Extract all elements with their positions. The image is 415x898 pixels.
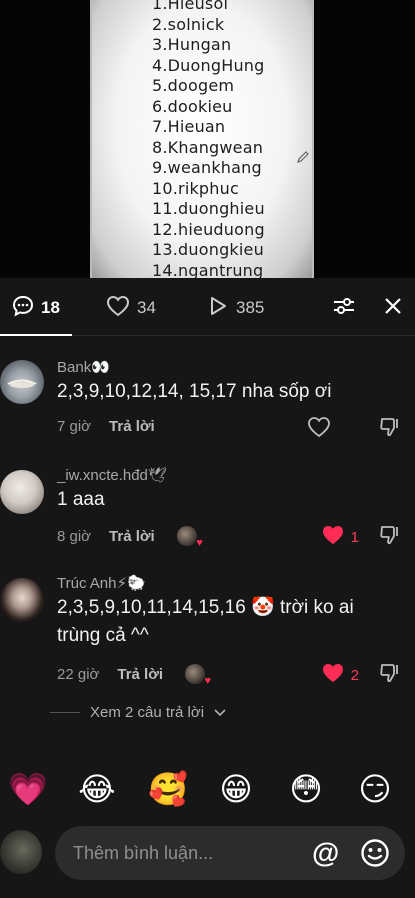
list-line: 2.solnick xyxy=(152,14,225,34)
list-line: 3.Hungan xyxy=(152,35,232,54)
emoji-grin-button[interactable]: 😁 xyxy=(217,770,255,808)
like-button[interactable]: 1 xyxy=(321,524,359,550)
comment-time: 22 giờ xyxy=(57,665,100,683)
comments-sheet: 18 34 385 Bank� xyxy=(0,278,415,898)
comment-username[interactable]: _iw.xncte.hđd🕊 xyxy=(57,466,167,484)
list-line: 6.dookieu xyxy=(152,96,233,116)
thumbs-down-icon xyxy=(379,664,401,688)
heart-filled-icon xyxy=(321,524,345,550)
list-line: 10.rikphuc xyxy=(152,178,239,198)
close-icon xyxy=(383,296,403,321)
sliders-icon xyxy=(332,294,356,323)
comment-username[interactable]: Trúc Anh⚡🐑 xyxy=(57,574,146,592)
avatar[interactable] xyxy=(0,578,44,622)
comment-input[interactable] xyxy=(73,826,293,880)
comment-text: 1 aaa xyxy=(57,489,105,510)
pencil-icon xyxy=(296,150,310,164)
creator-liked-avatar: ♥ xyxy=(185,664,211,687)
views-count: 385 xyxy=(236,298,265,317)
comment-text: 2,3,9,10,12,14, 15,17 nha sốp ơi xyxy=(57,381,332,402)
comment-meta: 8 giờ Trả lời ♥ xyxy=(57,526,203,549)
list-line: 8.Khangwean xyxy=(152,137,264,157)
reply-button[interactable]: Trả lời xyxy=(109,528,155,545)
thumbs-down-icon xyxy=(379,418,401,442)
quick-emoji-bar: 💗 😂 🥰 😁 😳 😏 xyxy=(0,770,415,814)
view-replies-label: Xem 2 câu trả lời xyxy=(90,704,205,721)
emoji-laugh-button[interactable]: 😂 xyxy=(78,770,116,808)
comments-count: 18 xyxy=(41,298,60,317)
thumbs-down-icon xyxy=(379,526,401,550)
reply-button[interactable]: Trả lời xyxy=(117,666,163,683)
creator-liked-avatar: ♥ xyxy=(176,526,203,549)
dislike-button[interactable] xyxy=(379,416,403,440)
list-line: 9.weankhang xyxy=(152,158,262,177)
emoji-love-button[interactable]: 🥰 xyxy=(148,770,188,808)
emoji-heart-button[interactable]: 💗 xyxy=(8,770,48,808)
emoji-smirk-button[interactable]: 😏 xyxy=(356,770,394,808)
active-tab-indicator xyxy=(0,334,72,336)
list-line: 7.Hieuan xyxy=(152,117,226,136)
close-button[interactable] xyxy=(380,295,406,321)
list-line: 12.hieuduong xyxy=(152,219,265,239)
comment-text: 2,3,5,9,10,11,14,15,16 🤡 trời ko ai trùn… xyxy=(57,597,354,646)
likes-count: 34 xyxy=(137,298,156,317)
small-heart-icon: ♥ xyxy=(204,675,212,687)
list-line: 1.Hieusol xyxy=(152,0,229,13)
small-heart-icon: ♥ xyxy=(196,537,203,549)
avatar[interactable] xyxy=(0,470,44,514)
divider-line xyxy=(50,712,80,713)
play-icon xyxy=(207,295,229,322)
filter-settings-button[interactable] xyxy=(331,295,357,321)
sheet-tabs: 18 34 385 xyxy=(0,278,415,336)
name-list: 1.Hieusol 2.solnick 3.Hungan 4.DuongHung 5.d… xyxy=(152,0,265,278)
dislike-button[interactable] xyxy=(379,524,403,548)
reply-button[interactable]: Trả lời xyxy=(109,418,155,435)
my-avatar xyxy=(0,830,42,874)
smile-icon xyxy=(361,839,389,867)
list-line: 13.duongkieu xyxy=(152,240,264,259)
list-line: 4.DuongHung xyxy=(152,55,265,75)
like-count: 1 xyxy=(350,528,359,546)
like-count: 2 xyxy=(350,666,359,684)
comment-meta: 7 giờ Trả lời xyxy=(57,418,155,435)
view-replies-button[interactable]: Xem 2 câu trả lời xyxy=(50,704,226,721)
chevron-down-icon xyxy=(214,704,226,721)
comment-input-box[interactable]: @ xyxy=(55,826,405,880)
comment-meta: 22 giờ Trả lời ♥ xyxy=(57,664,211,687)
paper-sheet: 1.Hieusol 2.solnick 3.Hungan 4.DuongHung 5.d… xyxy=(90,0,314,278)
tab-comments[interactable]: 18 xyxy=(12,295,60,322)
mention-button[interactable]: @ xyxy=(312,838,342,868)
dislike-button[interactable] xyxy=(379,662,403,686)
list-line: 5.doogem xyxy=(152,76,235,95)
avatar[interactable] xyxy=(0,360,44,404)
comment-composer: @ xyxy=(0,826,415,886)
like-button[interactable]: 2 xyxy=(321,662,359,688)
comment-time: 7 giờ xyxy=(57,418,92,435)
list-line: 11.duonghieu xyxy=(152,199,265,218)
heart-outline-icon xyxy=(307,417,331,442)
heart-icon xyxy=(106,295,130,322)
comment-bubble-icon xyxy=(12,295,34,322)
heart-filled-icon xyxy=(321,662,345,688)
video-preview[interactable]: 1.Hieusol 2.solnick 3.Hungan 4.DuongHung 5.d… xyxy=(0,0,415,278)
tab-likes[interactable]: 34 xyxy=(106,295,156,322)
comment-username[interactable]: Bank👀 xyxy=(57,358,110,376)
tab-views[interactable]: 385 xyxy=(207,296,264,320)
like-button[interactable] xyxy=(307,416,331,440)
comment-time: 8 giờ xyxy=(57,527,92,545)
list-line: 14.ngantrung xyxy=(152,260,264,279)
emoji-picker-button[interactable] xyxy=(360,838,390,868)
emoji-flushed-button[interactable]: 😳 xyxy=(287,770,325,808)
